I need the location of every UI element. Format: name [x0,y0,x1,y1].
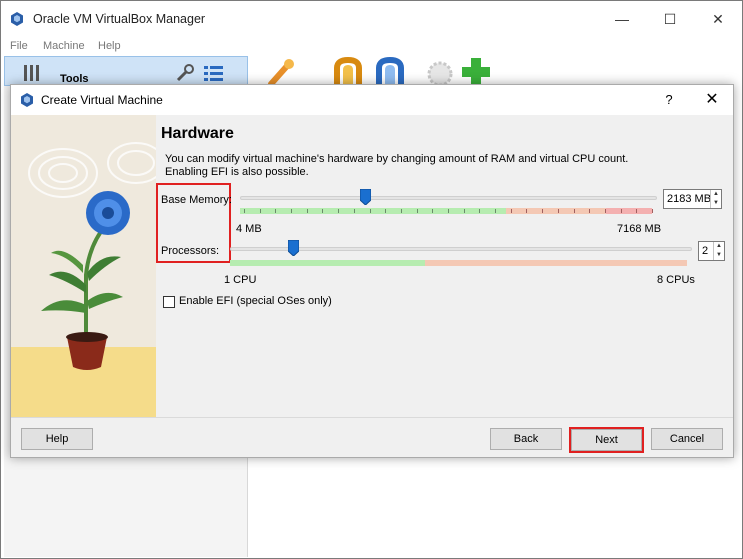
dialog-close-button[interactable]: ✕ [701,89,723,111]
virtualbox-logo-icon [11,12,23,26]
memory-tick [495,209,496,213]
memory-tick [652,209,653,213]
wrench-icon[interactable] [175,63,195,83]
processors-slider-handle[interactable] [288,240,299,256]
memory-tick [338,209,339,213]
main-title-bar: Oracle VM VirtualBox Manager — ☐ ✕ [1,1,742,37]
memory-tick [370,209,371,213]
memory-tick [401,209,402,213]
memory-tick [526,209,527,213]
memory-max-label: 7168 MB [617,223,662,235]
processors-label: Processors: [161,245,220,257]
enable-efi-checkbox[interactable] [163,296,175,308]
menu-file[interactable]: File [10,40,28,52]
wizard-plant-illustration [11,115,156,417]
spin-up-icon[interactable]: ▲ [711,190,721,199]
base-memory-label: Base Memory: [161,194,232,206]
memory-tick [291,209,292,213]
memory-tick [621,209,622,213]
menu-machine[interactable]: Machine [43,40,85,52]
memory-tick [448,209,449,213]
memory-tick [558,209,559,213]
memory-tick [260,209,261,213]
memory-tick [354,209,355,213]
memory-tick [275,209,276,213]
memory-tick [307,209,308,213]
dialog-title: Create Virtual Machine [41,93,163,107]
memory-tick [244,209,245,213]
context-help-button[interactable]: ? [659,89,679,111]
enable-efi-label[interactable]: Enable EFI (special OSes only) [179,295,332,307]
memory-tick [636,209,637,213]
processors-spin-arrows: ▲ ▼ [713,242,724,260]
list-view-icon[interactable] [203,63,225,83]
cpu-warning-range [425,260,687,266]
help-button[interactable]: Help [21,428,93,450]
memory-danger-range [606,208,652,214]
memory-tick [574,209,575,213]
memory-tick [479,209,480,213]
next-highlight-box [569,427,644,453]
base-memory-spin-arrows: ▲ ▼ [710,190,721,208]
base-memory-slider-handle[interactable] [360,189,371,205]
minimize-button[interactable]: — [599,1,645,37]
cpu-max-label: 8 CPUs [657,274,695,286]
menu-bar: File Machine Help [1,37,742,57]
memory-tick [417,209,418,213]
memory-warning-range [506,208,606,214]
memory-tick [542,209,543,213]
memory-tick [511,209,512,213]
main-window-title: Oracle VM VirtualBox Manager [33,12,206,26]
cpu-safe-range [230,260,425,266]
memory-safe-range [240,208,506,214]
cancel-button[interactable]: Cancel [651,428,723,450]
memory-tick [589,209,590,213]
close-window-button[interactable]: ✕ [695,1,741,37]
memory-tick [385,209,386,213]
memory-tick [605,209,606,213]
base-memory-slider-track[interactable] [240,196,657,200]
base-memory-value: 2183 MB [667,193,712,205]
spin-down-icon[interactable]: ▼ [711,199,721,208]
memory-tick [464,209,465,213]
processors-slider-track[interactable] [230,247,692,251]
maximize-button[interactable]: ☐ [647,1,693,37]
memory-min-label: 4 MB [236,223,262,235]
memory-tick [322,209,323,213]
tools-icon [24,65,39,81]
processors-value: 2 [702,245,709,257]
back-button[interactable]: Back [490,428,562,450]
tools-item[interactable]: Tools [4,56,248,86]
base-memory-spinbox[interactable]: 2183 MB ▲ ▼ [663,189,722,209]
menu-help[interactable]: Help [98,40,121,52]
virtualbox-logo-icon [21,93,33,107]
spin-down-icon[interactable]: ▼ [714,251,724,260]
page-heading: Hardware [161,125,234,142]
dialog-title-bar: Create Virtual Machine ? ✕ [11,85,733,115]
spin-up-icon[interactable]: ▲ [714,242,724,251]
cpu-min-label: 1 CPU [224,274,257,286]
create-vm-dialog: Create Virtual Machine ? ✕ Hardware You … [10,84,734,458]
processors-spinbox[interactable]: 2 ▲ ▼ [698,241,725,261]
page-description: You can modify virtual machine's hardwar… [165,153,629,178]
memory-tick [432,209,433,213]
